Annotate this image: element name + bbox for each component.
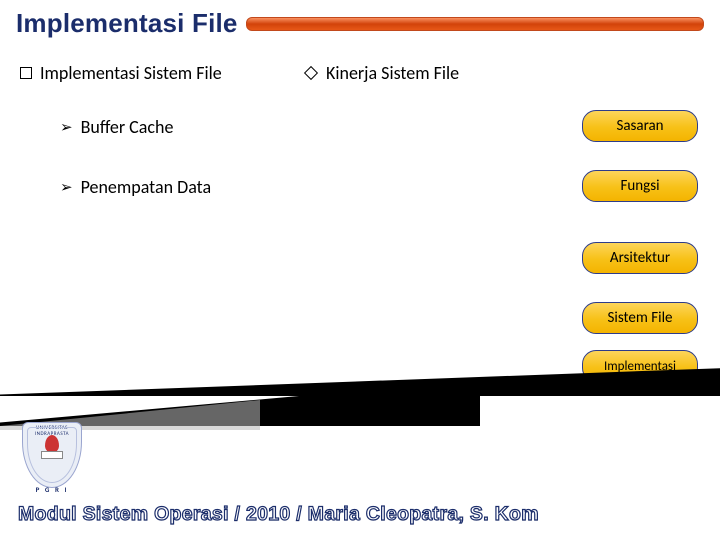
logo-bottom-text: P G R I xyxy=(22,485,82,494)
institution-logo: UNIVERSITAS INDRAPRASTA P G R I xyxy=(22,422,82,494)
nav-pill-label: Fungsi xyxy=(620,177,659,195)
title-row: Implementasi File xyxy=(16,8,704,39)
shield-icon: UNIVERSITAS INDRAPRASTA xyxy=(22,422,82,488)
column-heading-right-label: Kinerja Sistem File xyxy=(326,62,459,84)
book-icon xyxy=(41,451,63,459)
slide: Implementasi File Implementasi Sistem Fi… xyxy=(0,0,720,540)
sub-item-penempatan-data-label: Penempatan Data xyxy=(81,176,212,198)
column-heading-left: Implementasi Sistem File xyxy=(20,62,222,84)
nav-pill-label: Sistem File xyxy=(608,309,673,327)
diamond-bullet-icon xyxy=(304,66,318,80)
sub-item-buffer-cache-label: Buffer Cache xyxy=(81,116,174,138)
nav-pill-label: Arsitektur xyxy=(610,249,670,267)
column-heading-right: Kinerja Sistem File xyxy=(306,62,459,84)
decorative-sweep xyxy=(0,360,720,430)
footer-text: Modul Sistem Operasi / 2010 / Maria Cleo… xyxy=(18,503,539,526)
nav-pill-fungsi[interactable]: Fungsi xyxy=(582,170,698,202)
arrow-bullet-icon: ➢ xyxy=(60,121,73,136)
square-bullet-icon xyxy=(20,67,32,79)
nav-pill-sistem-file[interactable]: Sistem File xyxy=(582,302,698,334)
nav-pill-arsitektur[interactable]: Arsitektur xyxy=(582,242,698,274)
column-heading-left-label: Implementasi Sistem File xyxy=(40,62,222,84)
sub-item-penempatan-data: ➢ Penempatan Data xyxy=(60,176,211,198)
nav-pill-label: Sasaran xyxy=(616,117,663,135)
nav-pill-sasaran[interactable]: Sasaran xyxy=(582,110,698,142)
title-accent-bar xyxy=(246,17,704,31)
slide-title: Implementasi File xyxy=(16,8,238,39)
arrow-bullet-icon: ➢ xyxy=(60,181,73,196)
sub-item-buffer-cache: ➢ Buffer Cache xyxy=(60,116,173,138)
